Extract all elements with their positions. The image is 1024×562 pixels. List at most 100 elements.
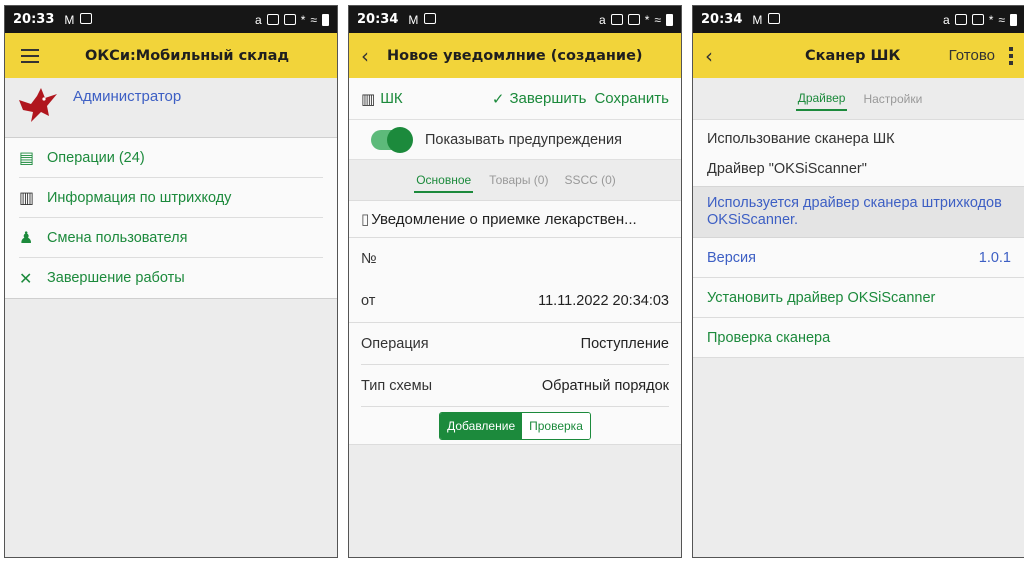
screen-title: Новое уведомлние (создание) xyxy=(387,47,643,64)
app-bar: ‹ Сканер ШК Готово xyxy=(693,33,1024,78)
tab-main[interactable]: Основное xyxy=(414,168,474,193)
mail-icon: M xyxy=(64,12,75,27)
main-menu-list: ▤ Операции (24) ▥ Информация по штрихкод… xyxy=(5,138,337,298)
cast-icon xyxy=(971,14,984,25)
bluetooth-icon: * xyxy=(988,12,994,27)
document-icon: ▯ xyxy=(361,210,370,228)
tab-bar: Драйвер Настройки xyxy=(693,78,1024,120)
field-value: Обратный порядок xyxy=(541,377,669,394)
operation-field[interactable]: Операция Поступление xyxy=(361,323,669,365)
menu-item-label: Операции (24) xyxy=(47,149,145,166)
wifi-icon: ≈ xyxy=(654,12,661,27)
status-bar: 20:34 M a * ≈ xyxy=(349,6,681,33)
install-driver-label: Установить драйвер OKSiScanner xyxy=(707,289,936,306)
new-notice-screen: 20:34 M a * ≈ ‹ Новое уведомлние (создан… xyxy=(348,5,682,558)
status-bar: 20:34 M a * ≈ xyxy=(693,6,1024,33)
menu-item-change-user[interactable]: ♟ Смена пользователя xyxy=(19,218,323,258)
bluetooth-icon: * xyxy=(644,12,650,27)
screenshot-icon xyxy=(954,14,967,25)
mode-check-button[interactable]: Проверка xyxy=(522,412,590,439)
mode-segmented-control: Добавление Проверка xyxy=(439,411,591,440)
screenshot-icon xyxy=(610,14,623,25)
number-field[interactable]: № xyxy=(361,238,669,280)
finish-button[interactable]: ✓ Завершить xyxy=(492,90,587,108)
battery-icon xyxy=(322,13,329,26)
date-field[interactable]: от 11.11.2022 20:34:03 xyxy=(361,280,669,322)
driver-notice: Используется драйвер сканера штрихкодов … xyxy=(693,186,1024,238)
notification-icon xyxy=(80,12,93,24)
tab-settings[interactable]: Настройки xyxy=(863,92,922,106)
scanner-info-block: Использование сканера ШК Драйвер "OKSiSc… xyxy=(693,120,1024,186)
scanner-usage-label: Использование сканера ШК xyxy=(707,131,895,147)
show-warnings-toggle[interactable] xyxy=(371,126,413,153)
notification-icon xyxy=(768,12,781,24)
fields-block-1: № от 11.11.2022 20:34:03 xyxy=(349,238,681,322)
driver-name-label: Драйвер "OKSiScanner" xyxy=(707,161,867,177)
document-title: Уведомление о приемке лекарствен... xyxy=(371,210,637,228)
tab-bar: Основное Товары (0) SSCC (0) xyxy=(349,160,681,200)
menu-item-label: Завершение работы xyxy=(47,270,185,286)
field-value: 11.11.2022 20:34:03 xyxy=(538,293,669,309)
check-scanner-link[interactable]: Проверка сканера xyxy=(693,318,1024,358)
cast-icon xyxy=(627,14,640,25)
cast-icon xyxy=(283,14,296,25)
menu-item-barcode-info[interactable]: ▥ Информация по штрихкоду xyxy=(19,178,323,218)
back-arrow-icon[interactable]: ‹ xyxy=(361,44,387,68)
mode-add-button[interactable]: Добавление xyxy=(440,412,523,439)
done-button[interactable]: Готово xyxy=(949,47,995,64)
status-time: 20:33 xyxy=(13,12,55,27)
app-bar: ‹ Новое уведомлние (создание) xyxy=(349,33,681,78)
scheme-type-field[interactable]: Тип схемы Обратный порядок xyxy=(361,365,669,407)
screenshot-icon xyxy=(266,14,279,25)
battery-icon xyxy=(1010,13,1017,26)
app-bar: ОКСи:Мобильный склад xyxy=(5,33,337,78)
status-time: 20:34 xyxy=(357,12,399,27)
status-bar: 20:33 M a * ≈ xyxy=(5,6,337,33)
menu-item-label: Смена пользователя xyxy=(47,229,188,246)
scanner-settings-screen: 20:34 M a * ≈ ‹ Сканер ШК Готово Драйвер… xyxy=(692,5,1024,558)
document-title-row[interactable]: ▯ Уведомление о приемке лекарствен... xyxy=(349,200,681,238)
document-list-icon: ▤ xyxy=(19,148,35,167)
save-button[interactable]: Сохранить xyxy=(594,90,669,107)
version-label: Версия xyxy=(707,249,757,266)
checkmark-icon: ✓ xyxy=(491,89,505,108)
back-arrow-icon[interactable]: ‹ xyxy=(705,44,731,68)
bird-logo-icon xyxy=(19,88,57,122)
show-warnings-row: Показывать предупреждения xyxy=(349,120,681,160)
version-value: 1.0.1 xyxy=(978,249,1011,266)
tab-driver[interactable]: Драйвер xyxy=(795,86,848,111)
tab-sscc[interactable]: SSCC (0) xyxy=(564,173,615,187)
app-a-icon: a xyxy=(943,12,950,27)
field-label: № xyxy=(361,251,377,267)
more-options-icon[interactable] xyxy=(1009,46,1013,65)
field-label: Тип схемы xyxy=(361,377,432,394)
scan-label: ШК xyxy=(380,90,403,107)
menu-item-exit[interactable]: ✕ Завершение работы xyxy=(19,258,323,298)
screen-title: Сканер ШК xyxy=(805,47,901,64)
app-title: ОКСи:Мобильный склад xyxy=(85,47,290,64)
close-x-icon: ✕ xyxy=(19,268,33,288)
install-driver-link[interactable]: Установить драйвер OKSiScanner xyxy=(693,278,1024,318)
wifi-icon: ≈ xyxy=(310,12,317,27)
check-scanner-label: Проверка сканера xyxy=(707,329,831,346)
scan-barcode-button[interactable]: ▥ ШК xyxy=(361,90,403,108)
finish-label: Завершить xyxy=(509,90,587,107)
user-name-link[interactable]: Администратор xyxy=(73,88,181,105)
main-menu-screen: 20:33 M a * ≈ ОКСи:Мобильный склад Админ… xyxy=(4,5,338,558)
user-switch-icon: ♟ xyxy=(19,228,34,247)
barcode-icon: ▥ xyxy=(361,89,376,108)
notification-icon xyxy=(424,12,437,24)
tab-goods[interactable]: Товары (0) xyxy=(489,173,548,187)
save-label: Сохранить xyxy=(594,90,669,107)
wifi-icon: ≈ xyxy=(998,12,1005,27)
field-label: Операция xyxy=(361,335,429,352)
action-toolbar: ▥ ШК ✓ Завершить Сохранить xyxy=(349,78,681,120)
menu-item-label: Информация по штрихкоду xyxy=(47,189,232,206)
status-time: 20:34 xyxy=(701,12,743,27)
mail-icon: M xyxy=(752,12,763,27)
mail-icon: M xyxy=(408,12,419,27)
bluetooth-icon: * xyxy=(300,12,306,27)
menu-item-operations[interactable]: ▤ Операции (24) xyxy=(19,138,323,178)
mode-switch-row: Добавление Проверка xyxy=(349,407,681,445)
hamburger-menu-icon[interactable] xyxy=(21,48,39,63)
